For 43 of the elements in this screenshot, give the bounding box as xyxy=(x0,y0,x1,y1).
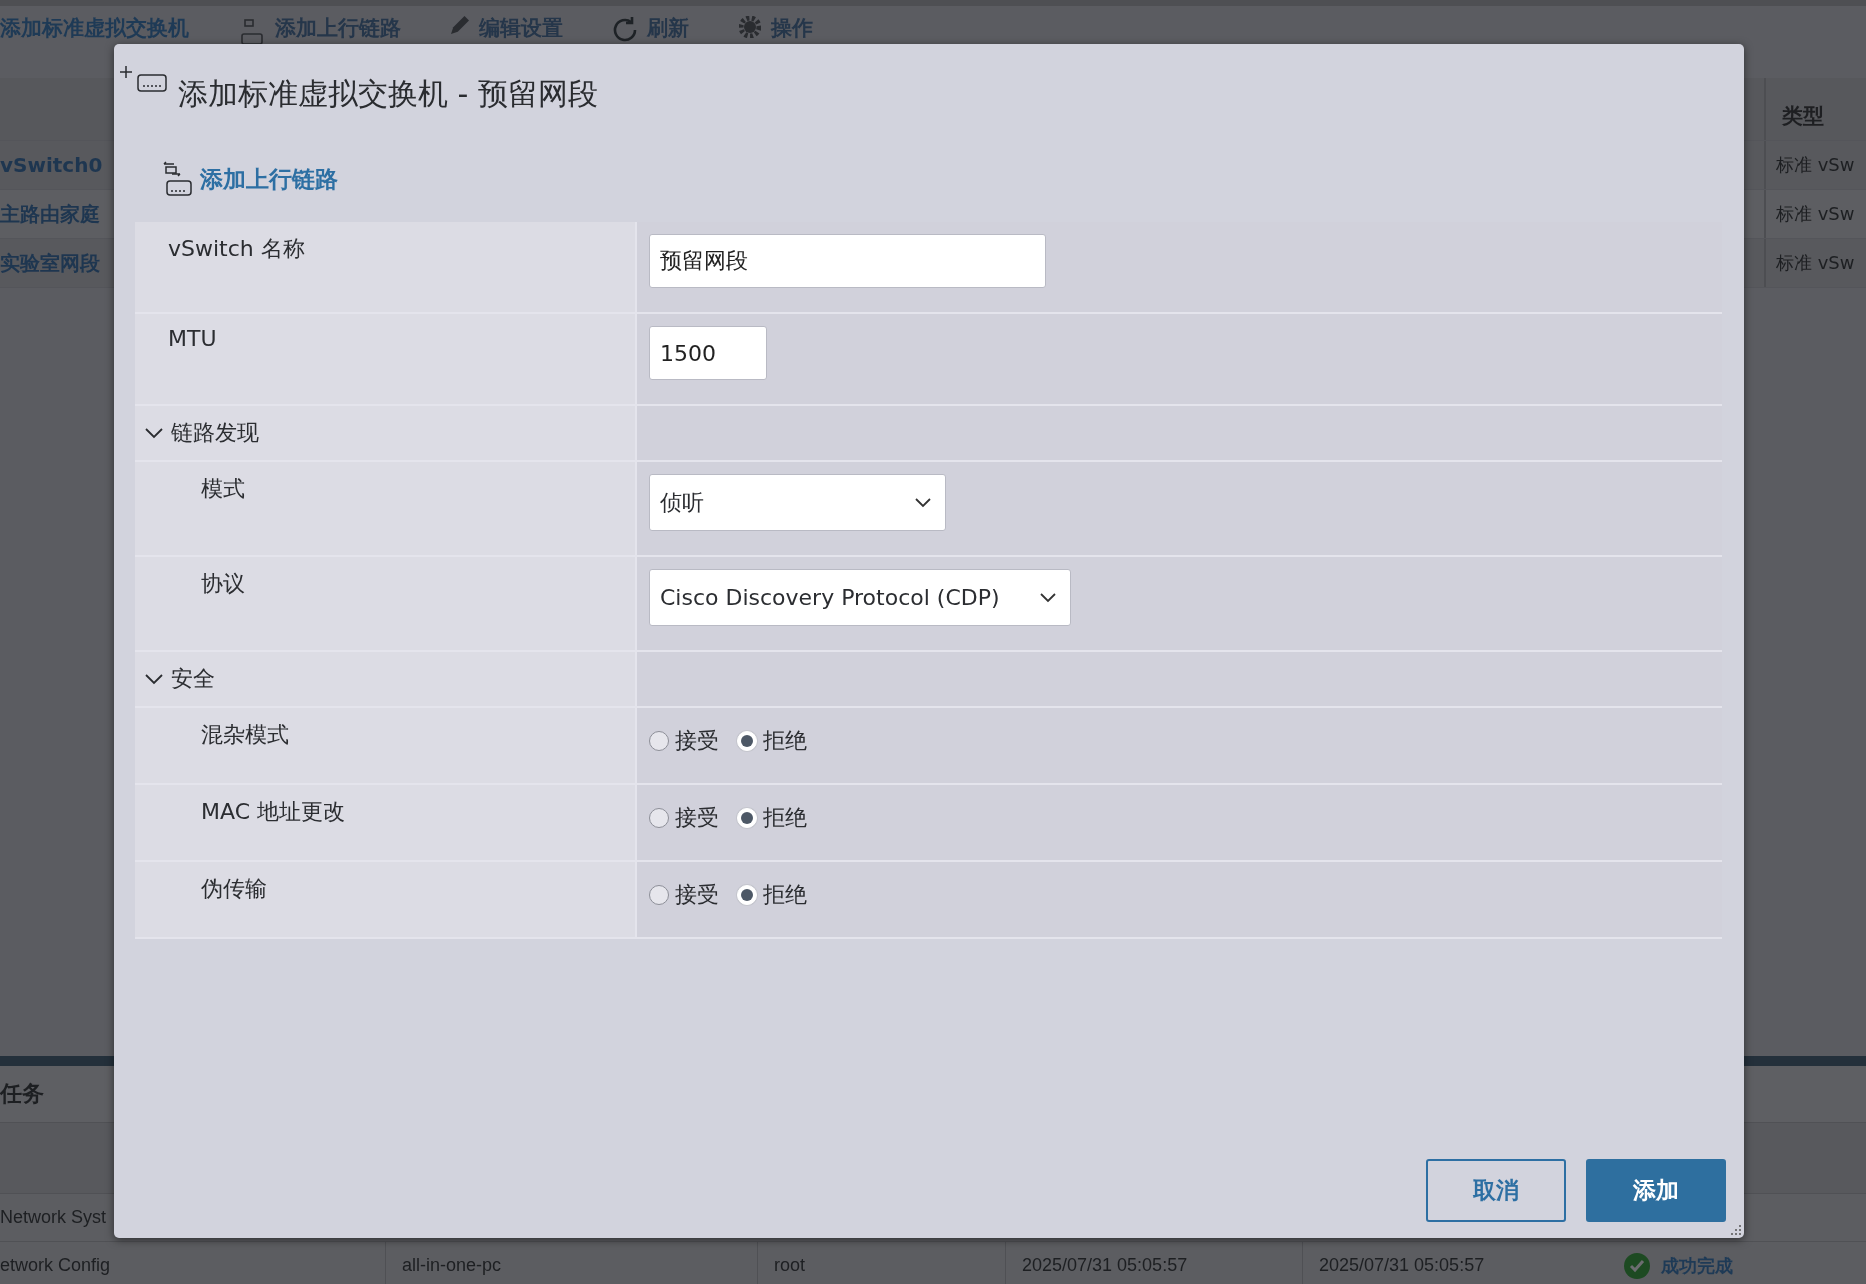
field-label: MTU xyxy=(168,326,217,351)
field-label: vSwitch 名称 xyxy=(168,236,305,261)
resize-grip-icon[interactable] xyxy=(1730,1224,1742,1236)
table-cell: 2025/07/31 05:05:57 xyxy=(1319,1255,1485,1276)
table-cell: Network Syst xyxy=(0,1207,107,1228)
status-text: 成功完成 xyxy=(1661,1254,1733,1278)
name-field[interactable]: 预留网段 xyxy=(649,234,1046,288)
table-cell: 2025/07/31 05:05:57 xyxy=(1022,1255,1188,1276)
radio-button[interactable] xyxy=(649,808,669,828)
section-label[interactable]: 安全 xyxy=(171,664,215,694)
network-switch-icon xyxy=(239,16,265,46)
table-cell: etwork Config xyxy=(0,1255,111,1276)
radio-option[interactable]: 拒绝 xyxy=(737,803,807,833)
radio-option[interactable]: 拒绝 xyxy=(737,880,807,910)
table-cell: all-in-one-pc xyxy=(402,1255,502,1276)
chevron-icon xyxy=(915,497,931,508)
dialog-title: 添加标准虚拟交换机 - 预留网段 xyxy=(178,75,598,113)
field-label: 混杂模式 xyxy=(201,722,289,747)
success-check-icon xyxy=(1623,1251,1651,1280)
mtu-field[interactable]: 1500 xyxy=(649,326,767,380)
radio-option[interactable]: 接受 xyxy=(649,803,719,833)
field-label: MAC 地址更改 xyxy=(201,799,345,824)
section-label[interactable]: 链路发现 xyxy=(171,418,259,448)
refresh-icon xyxy=(613,16,637,42)
field-label: 协议 xyxy=(201,571,245,596)
field-label: 伪传输 xyxy=(201,876,267,901)
dropdown[interactable]: Cisco Discovery Protocol (CDP) xyxy=(649,569,1071,626)
dropdown[interactable]: 侦听 xyxy=(649,474,946,531)
panel-title: 任务 xyxy=(0,1080,44,1108)
add-button[interactable]: 添加 xyxy=(1586,1159,1726,1222)
cancel-button[interactable]: 取消 xyxy=(1426,1159,1566,1222)
radio-option[interactable]: 拒绝 xyxy=(737,726,807,756)
radio-option[interactable]: 接受 xyxy=(649,880,719,910)
radio-button[interactable] xyxy=(649,731,669,751)
radio-option[interactable]: 接受 xyxy=(649,726,719,756)
field-label: 模式 xyxy=(201,476,245,501)
gear-icon xyxy=(739,16,761,38)
table-cell: root xyxy=(774,1255,806,1276)
radio-button[interactable] xyxy=(649,885,669,905)
add-uplink-link[interactable]: 添加上行链路 xyxy=(200,163,338,195)
chevron-icon xyxy=(1039,592,1056,603)
pencil-icon xyxy=(451,16,469,34)
uplink-switch-icon[interactable] xyxy=(162,161,192,197)
